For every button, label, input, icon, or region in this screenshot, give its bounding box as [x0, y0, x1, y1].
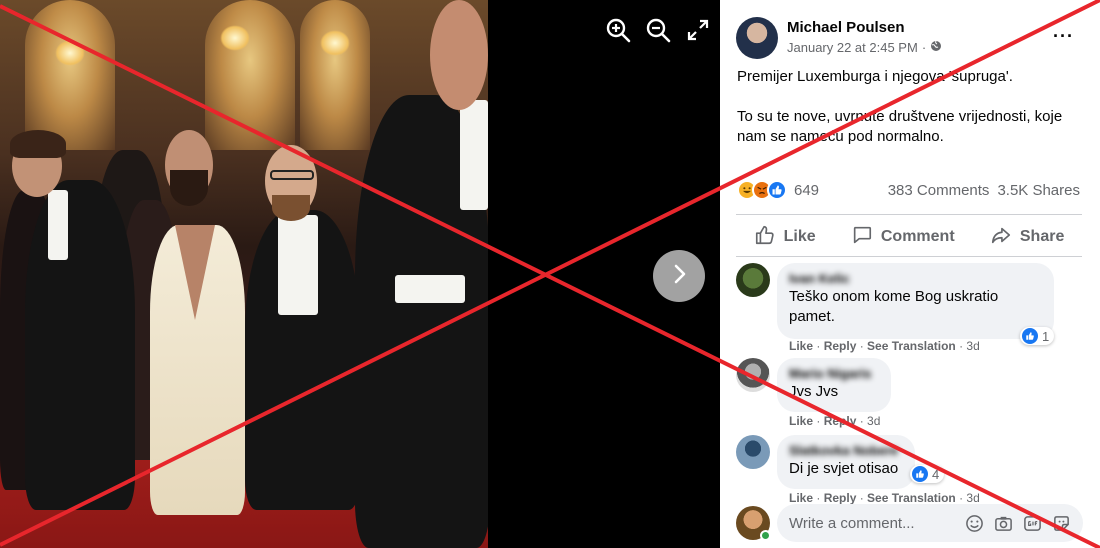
- comment-text: Teško onom kome Bog uskratio pamet.: [789, 288, 999, 325]
- zoom-in-icon[interactable]: [604, 16, 632, 44]
- viewer-controls: [604, 16, 712, 44]
- comment-reaction-count: 4: [932, 466, 940, 482]
- comment-reply-link[interactable]: Reply: [824, 414, 857, 428]
- emoji-icon[interactable]: [965, 514, 984, 533]
- camera-icon[interactable]: [994, 514, 1013, 533]
- post-panel: Michael Poulsen January 22 at 2:45 PM · …: [720, 0, 1100, 548]
- comment-text: Di je svjet otisao: [789, 460, 899, 477]
- comment-text: Jvs Jvs: [789, 383, 839, 400]
- comment-like-link[interactable]: Like: [789, 414, 813, 428]
- sticker-icon[interactable]: [1052, 514, 1071, 533]
- comment-bubble: Ivan Kelic Teško onom kome Bog uskratio …: [777, 263, 1054, 339]
- comment-time[interactable]: 3d: [867, 414, 880, 428]
- comment-time[interactable]: 3d: [966, 339, 979, 353]
- globe-icon: [930, 40, 942, 55]
- reaction-count[interactable]: 649: [794, 182, 819, 199]
- comment-actions: Like · Reply · See Translation · 3d: [789, 339, 980, 353]
- comment-bubble: Mario Nigaris Jvs Jvs: [777, 358, 891, 412]
- comment-reactions[interactable]: 4: [910, 465, 945, 483]
- comment-label: Comment: [880, 228, 955, 245]
- online-status-dot: [760, 530, 771, 541]
- share-icon: [990, 224, 1012, 251]
- composer-icons: [965, 514, 1071, 533]
- post-actions: Like Comment Share: [736, 220, 1082, 254]
- post-text-line-2: To su te nove, uvrnute društvene vrijedn…: [737, 108, 1063, 145]
- more-options-button[interactable]: ···: [1053, 26, 1074, 47]
- commenter-name[interactable]: Mario Nigaris: [789, 366, 879, 382]
- see-translation-link[interactable]: See Translation: [867, 339, 956, 353]
- divider: [736, 256, 1082, 257]
- commenter-avatar[interactable]: [736, 358, 770, 392]
- reactions-summary[interactable]: 649: [737, 180, 819, 200]
- comments-count[interactable]: 383 Comments: [888, 182, 990, 199]
- comment-icon: [851, 224, 873, 251]
- engagement-counts: 383 Comments 3.5K Shares: [888, 182, 1080, 199]
- meta-separator: ·: [921, 40, 927, 55]
- comment-reply-link[interactable]: Reply: [824, 491, 857, 505]
- post-text-line-1: Premijer Luxemburga i njegova 'supruga'.: [737, 68, 1013, 85]
- comment-input[interactable]: Write a comment...: [777, 504, 1083, 542]
- comment-button[interactable]: Comment: [851, 224, 955, 251]
- comment-actions: Like · Reply · 3d: [789, 414, 881, 428]
- comment-reaction-count: 1: [1042, 328, 1050, 344]
- post-date[interactable]: January 22 at 2:45 PM: [787, 40, 918, 55]
- commenter-avatar[interactable]: [736, 435, 770, 469]
- zoom-out-icon[interactable]: [644, 16, 672, 44]
- see-translation-link[interactable]: See Translation: [867, 491, 956, 505]
- like-button[interactable]: Like: [754, 224, 816, 251]
- commenter-avatar[interactable]: [736, 263, 770, 297]
- comment-reactions[interactable]: 1: [1020, 327, 1055, 345]
- post-text: Premijer Luxemburga i njegova 'supruga'.…: [737, 67, 1087, 167]
- commenter-name[interactable]: Ivan Kelic: [789, 271, 1042, 287]
- author-name[interactable]: Michael Poulsen: [787, 19, 905, 36]
- comment-actions: Like · Reply · See Translation · 3d: [789, 491, 980, 505]
- like-reaction-icon: [912, 466, 928, 482]
- next-photo-button[interactable]: [653, 250, 705, 302]
- commenter-name[interactable]: Slatkovka Nobere: [789, 443, 903, 459]
- comment-input-placeholder: Write a comment...: [789, 514, 915, 532]
- share-button[interactable]: Share: [990, 224, 1064, 251]
- like-label: Like: [783, 228, 816, 245]
- comment-bubble: Slatkovka Nobere Di je svjet otisao: [777, 435, 915, 489]
- like-reaction-icon: [767, 180, 787, 200]
- share-label: Share: [1019, 228, 1065, 245]
- like-reaction-icon: [1022, 328, 1038, 344]
- divider: [736, 214, 1082, 215]
- fullscreen-icon[interactable]: [684, 16, 712, 44]
- author-avatar[interactable]: [736, 17, 778, 59]
- post-photo[interactable]: [0, 0, 488, 548]
- comment-time[interactable]: 3d: [966, 491, 979, 505]
- thumbs-up-icon: [754, 224, 776, 251]
- comment-like-link[interactable]: Like: [789, 491, 813, 505]
- comment-like-link[interactable]: Like: [789, 339, 813, 353]
- shares-count[interactable]: 3.5K Shares: [997, 182, 1080, 199]
- post-meta: January 22 at 2:45 PM ·: [787, 40, 942, 55]
- comment-composer: Write a comment...: [736, 504, 1086, 542]
- photo-viewer: [0, 0, 720, 548]
- chevron-right-icon: [667, 262, 691, 291]
- gif-icon[interactable]: [1023, 514, 1042, 533]
- comment-reply-link[interactable]: Reply: [824, 339, 857, 353]
